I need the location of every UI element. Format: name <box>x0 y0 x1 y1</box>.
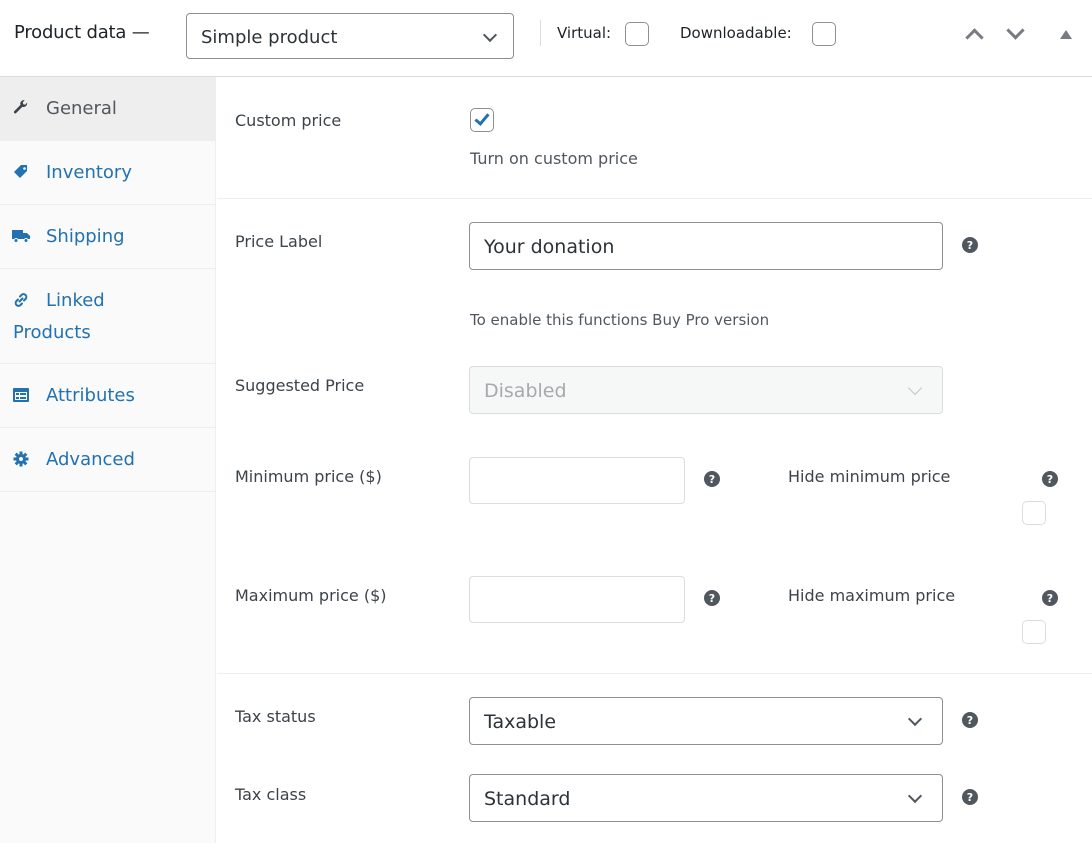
hide-maximum-price-label: Hide maximum price <box>788 586 956 605</box>
hide-maximum-price-checkbox[interactable] <box>1022 620 1046 644</box>
chevron-down-icon <box>482 27 498 43</box>
suggested-price-select: Disabled <box>469 366 943 414</box>
tab-advanced[interactable]: Advanced <box>0 428 215 492</box>
hide-minimum-price-checkbox[interactable] <box>1022 501 1046 525</box>
custom-price-description: Turn on custom price <box>470 149 638 168</box>
maximum-price-input[interactable] <box>469 576 685 623</box>
help-icon[interactable]: ? <box>704 471 720 487</box>
product-type-select[interactable]: Simple product <box>186 13 514 59</box>
downloadable-label: Downloadable: <box>680 24 792 42</box>
tab-general[interactable]: General <box>0 77 215 141</box>
tab-shipping[interactable]: Shipping <box>0 205 215 269</box>
price-label-input[interactable]: Your donation <box>469 222 943 270</box>
gear-icon <box>12 450 30 468</box>
product-data-tabs: General Inventory Shipping Linked Produc… <box>0 77 216 843</box>
tab-linked-products[interactable]: Linked Products <box>0 269 215 364</box>
help-icon[interactable]: ? <box>1042 590 1058 606</box>
help-icon[interactable]: ? <box>962 237 978 253</box>
minimum-price-label: Minimum price ($) <box>235 467 382 486</box>
help-icon[interactable]: ? <box>962 712 978 728</box>
tax-status-value: Taxable <box>484 711 557 733</box>
link-icon <box>12 291 30 309</box>
downloadable-checkbox[interactable] <box>812 22 836 46</box>
tab-label-line1: Linked <box>46 290 105 311</box>
tag-icon <box>12 163 30 181</box>
chevron-down-icon <box>907 788 923 804</box>
price-label-value: Your donation <box>484 236 615 258</box>
move-down-icon[interactable] <box>1006 21 1025 40</box>
product-data-header: Product data — Simple product Virtual: D… <box>0 0 1092 77</box>
help-icon[interactable]: ? <box>704 590 720 606</box>
suggested-price-label: Suggested Price <box>235 376 365 395</box>
tab-attributes[interactable]: Attributes <box>0 364 215 428</box>
collapse-toggle-icon[interactable] <box>1060 30 1072 39</box>
tax-class-select[interactable]: Standard <box>469 774 943 822</box>
tab-label: General <box>46 98 117 119</box>
truck-icon <box>12 227 30 245</box>
hide-minimum-price-label: Hide minimum price <box>788 467 951 486</box>
virtual-label: Virtual: <box>557 24 612 42</box>
minimum-price-input[interactable] <box>469 457 685 504</box>
tab-label: Attributes <box>46 385 135 406</box>
pro-notice: To enable this functions Buy Pro version <box>470 311 770 329</box>
tab-label-line2: Products <box>13 322 91 343</box>
tab-label: Advanced <box>46 449 135 470</box>
tab-label: Inventory <box>46 162 132 183</box>
chevron-down-icon <box>907 380 923 396</box>
section-divider <box>217 198 1092 199</box>
tab-inventory[interactable]: Inventory <box>0 141 215 205</box>
list-icon <box>12 386 30 404</box>
tab-label: Shipping <box>46 226 125 247</box>
wrench-icon <box>12 99 30 117</box>
divider <box>540 20 541 46</box>
help-icon[interactable]: ? <box>962 789 978 805</box>
help-icon[interactable]: ? <box>1042 471 1058 487</box>
checkmark-icon <box>474 110 490 126</box>
custom-price-checkbox[interactable] <box>470 108 494 132</box>
virtual-checkbox[interactable] <box>625 22 649 46</box>
move-up-icon[interactable] <box>965 28 984 47</box>
price-label-label: Price Label <box>235 232 323 251</box>
suggested-price-value: Disabled <box>484 380 567 402</box>
product-type-value: Simple product <box>201 27 338 48</box>
tax-status-label: Tax status <box>235 707 316 726</box>
section-divider <box>217 673 1092 674</box>
custom-price-label: Custom price <box>235 111 342 130</box>
chevron-down-icon <box>907 711 923 727</box>
maximum-price-label: Maximum price ($) <box>235 586 387 605</box>
panel-title: Product data — <box>14 22 150 43</box>
tax-class-value: Standard <box>484 788 571 810</box>
tax-class-label: Tax class <box>235 785 307 804</box>
tax-status-select[interactable]: Taxable <box>469 697 943 745</box>
